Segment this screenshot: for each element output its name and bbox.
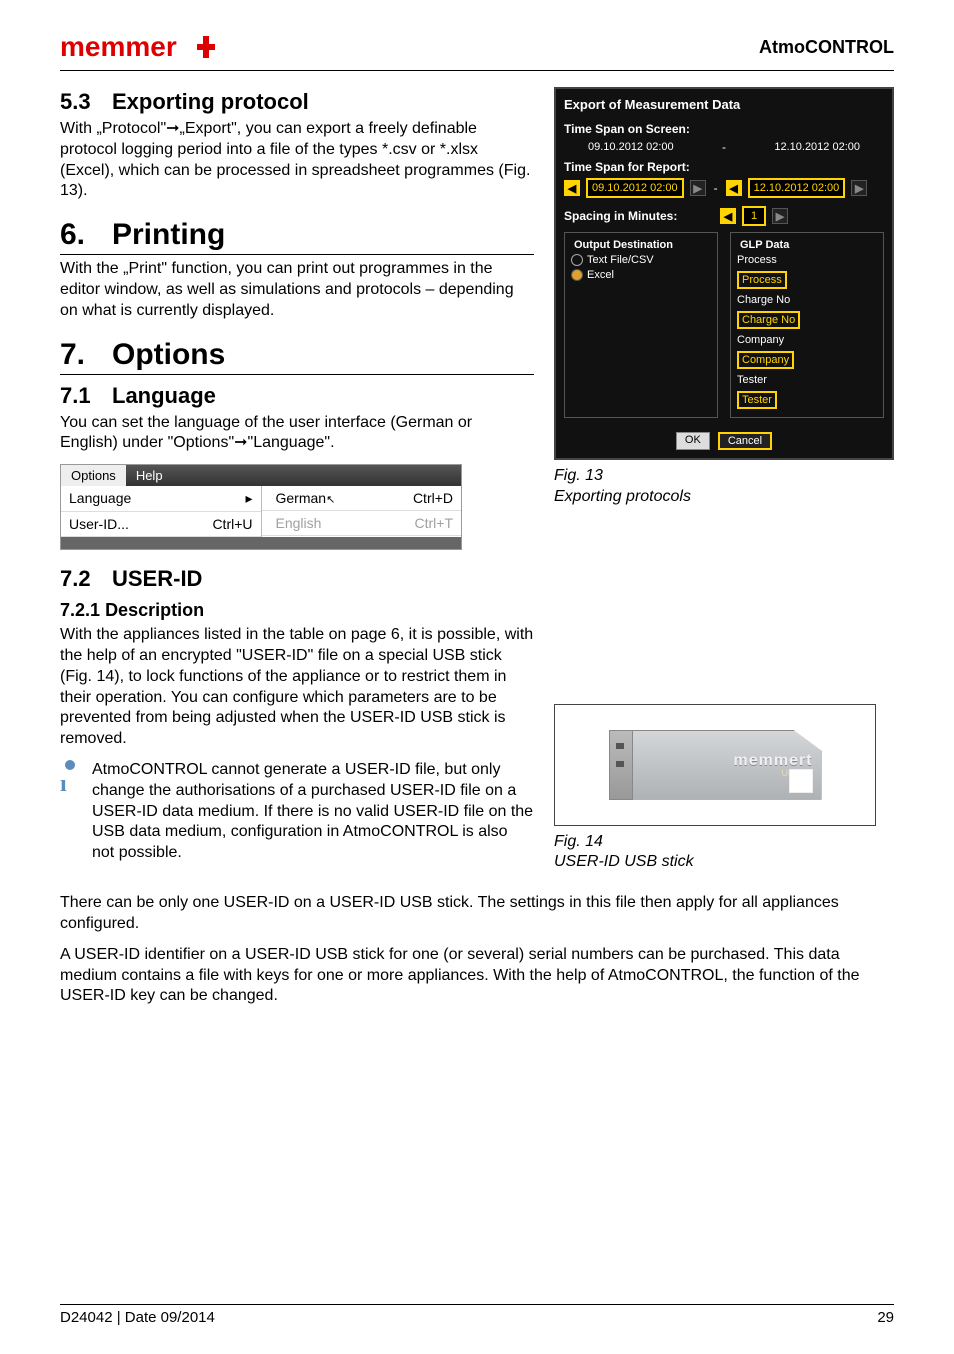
- fig13-caption: Fig. 13 Exporting protocols: [554, 466, 894, 508]
- screen-start: 09.10.2012 02:00: [588, 141, 674, 153]
- glp-tester-label: Tester: [737, 374, 877, 386]
- spacing-label: Spacing in Minutes:: [564, 209, 714, 223]
- menu-item-language[interactable]: Language ▸: [61, 486, 261, 512]
- menu-options[interactable]: Options: [61, 465, 126, 486]
- screen-end: 12.10.2012 02:00: [774, 141, 860, 153]
- info-note: ı AtmoCONTROL cannot generate a USER-ID …: [60, 760, 534, 864]
- spacing-input[interactable]: 1: [742, 206, 766, 226]
- export-dialog-title: Export of Measurement Data: [564, 97, 884, 112]
- heading-7-2: 7.2USER-ID: [60, 566, 534, 592]
- time-span-report-label: Time Span for Report:: [564, 160, 884, 174]
- memmert-logo-svg: memmer: [60, 30, 230, 64]
- svg-text:memmer: memmer: [60, 31, 177, 62]
- sec71-body: You can set the language of the user int…: [60, 413, 534, 455]
- menu-bar: Options Help: [61, 465, 461, 486]
- heading-7: 7.Options: [60, 338, 534, 375]
- glp-data-fieldset: GLP Data Process Process Charge No Charg…: [730, 232, 884, 418]
- sec6-body: With the „Print" function, you can print…: [60, 259, 534, 321]
- chevron-right-icon: ▸: [245, 490, 252, 507]
- spacing-prev-icon[interactable]: ◀: [720, 208, 736, 224]
- glp-company-label: Company: [737, 334, 877, 346]
- report-end-next-icon[interactable]: ▶: [851, 180, 867, 196]
- glp-charge-input[interactable]: Charge No: [737, 311, 800, 329]
- glp-company-input[interactable]: Company: [737, 351, 794, 369]
- cursor-icon: ↖: [326, 494, 335, 506]
- footer-left: D24042 | Date 09/2014: [60, 1309, 215, 1326]
- glp-process-input[interactable]: Process: [737, 271, 787, 289]
- report-start-next-icon[interactable]: ▶: [690, 180, 706, 196]
- cancel-button[interactable]: Cancel: [718, 432, 772, 450]
- menu-help[interactable]: Help: [126, 465, 173, 486]
- sec721-p2: There can be only one USER-ID on a USER-…: [60, 893, 894, 935]
- radio-text-csv[interactable]: Text File/CSV: [571, 254, 711, 266]
- radio-excel[interactable]: Excel: [571, 269, 711, 281]
- heading-5-3: 5.3Exporting protocol: [60, 89, 534, 115]
- fig14-caption: Fig. 14 USER-ID USB stick: [554, 832, 894, 874]
- options-menu-screenshot: Options Help Language ▸ User-ID... Ctrl+…: [60, 464, 462, 550]
- glp-process-label: Process: [737, 254, 877, 266]
- sec721-body: With the appliances listed in the table …: [60, 625, 534, 750]
- heading-7-2-1: 7.2.1 Description: [60, 600, 534, 621]
- ok-button[interactable]: OK: [676, 432, 710, 450]
- fig14-image: memmert User-ID: [554, 704, 876, 826]
- report-start-input[interactable]: 09.10.2012 02:00: [586, 178, 684, 198]
- export-dialog: Export of Measurement Data Time Span on …: [554, 87, 894, 460]
- glp-charge-label: Charge No: [737, 294, 877, 306]
- info-icon: ı: [60, 760, 82, 796]
- menu-item-user-id[interactable]: User-ID... Ctrl+U: [61, 512, 261, 537]
- report-start-prev-icon[interactable]: ◀: [564, 180, 580, 196]
- spacing-next-icon[interactable]: ▶: [772, 208, 788, 224]
- info-note-text: AtmoCONTROL cannot generate a USER-ID fi…: [92, 760, 534, 864]
- logo: memmer: [60, 30, 230, 64]
- sec53-body: With „Protocol"➞„Export", you can export…: [60, 119, 534, 202]
- page-footer: D24042 | Date 09/2014 29: [60, 1304, 894, 1326]
- output-destination-fieldset: Output Destination Text File/CSV Excel: [564, 232, 718, 418]
- report-end-input[interactable]: 12.10.2012 02:00: [748, 178, 846, 198]
- usb-stick-icon: memmert User-ID: [609, 730, 822, 800]
- report-end-prev-icon[interactable]: ◀: [726, 180, 742, 196]
- page-header: memmer AtmoCONTROL: [60, 30, 894, 71]
- sec721-p3: A USER-ID identifier on a USER-ID USB st…: [60, 945, 894, 1007]
- footer-page-number: 29: [877, 1309, 894, 1326]
- menu-footer-strip: [61, 537, 461, 549]
- time-span-screen-label: Time Span on Screen:: [564, 122, 884, 136]
- header-product-name: AtmoCONTROL: [759, 37, 894, 58]
- submenu-item-german[interactable]: German↖ Ctrl+D: [262, 486, 462, 511]
- glp-tester-input[interactable]: Tester: [737, 391, 777, 409]
- heading-7-1: 7.1Language: [60, 383, 534, 409]
- heading-6: 6.Printing: [60, 218, 534, 255]
- submenu-item-english[interactable]: English Ctrl+T: [262, 511, 462, 536]
